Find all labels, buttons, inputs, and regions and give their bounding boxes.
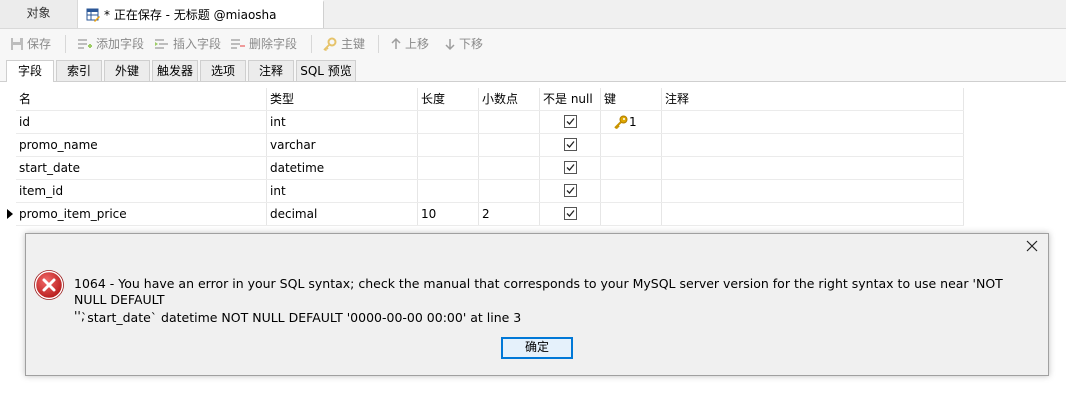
delete-field-button[interactable]: 删除字段 <box>230 35 297 53</box>
not-null-checkbox[interactable] <box>563 161 577 174</box>
table-row[interactable]: id int 1 <box>16 111 964 134</box>
key-icon <box>323 37 337 52</box>
toolbar-divider <box>378 35 379 53</box>
field-decimals-cell[interactable] <box>479 180 540 202</box>
toolbar-divider <box>311 35 312 53</box>
add-field-icon <box>78 39 92 49</box>
field-comment-cell[interactable] <box>662 111 964 133</box>
field-length-cell[interactable] <box>418 134 479 156</box>
tab-foreign-keys[interactable]: 外键 <box>104 60 150 81</box>
key-cell[interactable]: 1 <box>601 111 662 133</box>
not-null-checkbox[interactable] <box>563 184 577 197</box>
toolbar: 保存 添加字段 插入字段 删除字段 主键 上移 下移 <box>0 29 1066 59</box>
tab-table-design[interactable]: * 正在保存 - 无标题 @miaosha (mysql... <box>78 0 324 48</box>
toolbar-divider <box>65 35 66 53</box>
move-up-button[interactable]: 上移 <box>390 35 429 53</box>
error-dialog: 1064 - You have an error in your SQL syn… <box>25 233 1049 376</box>
error-icon <box>34 270 64 300</box>
fields-grid: 名 类型 长度 小数点 不是 null 键 注释 id int 1 promo_… <box>7 88 964 226</box>
field-name-cell[interactable]: start_date <box>16 157 267 179</box>
field-comment-cell[interactable] <box>662 180 964 202</box>
save-icon <box>11 38 23 50</box>
field-length-cell[interactable] <box>418 157 479 179</box>
header-key[interactable]: 键 <box>601 88 662 110</box>
key-cell[interactable] <box>601 134 662 156</box>
field-name-cell[interactable]: item_id <box>16 180 267 202</box>
document-tab-bar: 对象 * 正在保存 - 无标题 @miaosha (mysql... <box>0 0 1066 48</box>
field-decimals-cell[interactable]: 2 <box>479 203 540 225</box>
not-null-checkbox-cell[interactable] <box>540 203 601 225</box>
table-row[interactable]: promo_item_price decimal 10 2 <box>7 203 964 226</box>
tab-indexes[interactable]: 索引 <box>56 60 102 81</box>
field-length-cell[interactable] <box>418 180 479 202</box>
tab-triggers[interactable]: 触发器 <box>152 60 198 81</box>
field-decimals-cell[interactable] <box>479 134 540 156</box>
primary-key-button[interactable]: 主键 <box>322 35 365 53</box>
field-length-cell[interactable] <box>418 111 479 133</box>
field-type-cell[interactable]: datetime <box>267 157 418 179</box>
not-null-checkbox-cell[interactable] <box>540 134 601 156</box>
tab-sql-preview[interactable]: SQL 预览 <box>296 60 356 81</box>
ok-button[interactable]: 确定 <box>501 337 573 359</box>
field-type-cell[interactable]: varchar <box>267 134 418 156</box>
key-cell[interactable] <box>601 180 662 202</box>
field-comment-cell[interactable] <box>662 203 964 225</box>
key-cell[interactable] <box>601 157 662 179</box>
field-comment-cell[interactable] <box>662 134 964 156</box>
design-subtabs: 字段 索引 外键 触发器 选项 注释 SQL 预览 <box>0 59 1066 82</box>
field-decimals-cell[interactable] <box>479 157 540 179</box>
header-decimals[interactable]: 小数点 <box>479 88 540 110</box>
not-null-checkbox[interactable] <box>563 138 577 151</box>
close-icon[interactable] <box>1024 238 1040 254</box>
field-name-cell[interactable]: id <box>16 111 267 133</box>
not-null-checkbox[interactable] <box>563 207 577 220</box>
header-comment[interactable]: 注释 <box>662 88 964 110</box>
grid-header: 名 类型 长度 小数点 不是 null 键 注释 <box>16 88 964 111</box>
not-null-checkbox-cell[interactable] <box>540 111 601 133</box>
insert-field-icon <box>155 39 168 49</box>
header-not-null[interactable]: 不是 null <box>540 88 601 110</box>
key-order: 1 <box>629 115 637 129</box>
header-name[interactable]: 名 <box>16 88 267 110</box>
move-down-button[interactable]: 下移 <box>444 35 483 53</box>
delete-field-icon <box>231 39 245 49</box>
field-decimals-cell[interactable] <box>479 111 540 133</box>
table-row[interactable]: promo_name varchar <box>16 134 964 157</box>
table-row[interactable]: start_date datetime <box>16 157 964 180</box>
table-row[interactable]: item_id int <box>16 180 964 203</box>
primary-key-icon <box>614 115 628 130</box>
table-design-icon <box>86 8 100 22</box>
tab-comment[interactable]: 注释 <box>248 60 294 81</box>
insert-field-button[interactable]: 插入字段 <box>154 35 221 53</box>
header-type[interactable]: 类型 <box>267 88 418 110</box>
save-button[interactable]: 保存 <box>10 35 51 53</box>
not-null-checkbox-cell[interactable] <box>540 180 601 202</box>
error-message-detail: `start_date` datetime NOT NULL DEFAULT '… <box>81 310 522 325</box>
tab-objects[interactable]: 对象 <box>0 0 78 28</box>
field-type-cell[interactable]: int <box>267 180 418 202</box>
tab-options[interactable]: 选项 <box>200 60 246 81</box>
field-comment-cell[interactable] <box>662 157 964 179</box>
add-field-button[interactable]: 添加字段 <box>77 35 144 53</box>
field-type-cell[interactable]: int <box>267 111 418 133</box>
arrow-down-icon <box>445 39 455 51</box>
key-cell[interactable] <box>601 203 662 225</box>
current-row-indicator <box>7 209 13 219</box>
field-name-cell[interactable]: promo_item_price <box>16 203 267 225</box>
not-null-checkbox[interactable] <box>563 115 577 128</box>
field-type-cell[interactable]: decimal <box>267 203 418 225</box>
field-length-cell[interactable]: 10 <box>418 203 479 225</box>
not-null-checkbox-cell[interactable] <box>540 157 601 179</box>
field-name-cell[interactable]: promo_name <box>16 134 267 156</box>
arrow-up-icon <box>391 37 401 49</box>
header-length[interactable]: 长度 <box>418 88 479 110</box>
tab-fields[interactable]: 字段 <box>6 60 54 82</box>
